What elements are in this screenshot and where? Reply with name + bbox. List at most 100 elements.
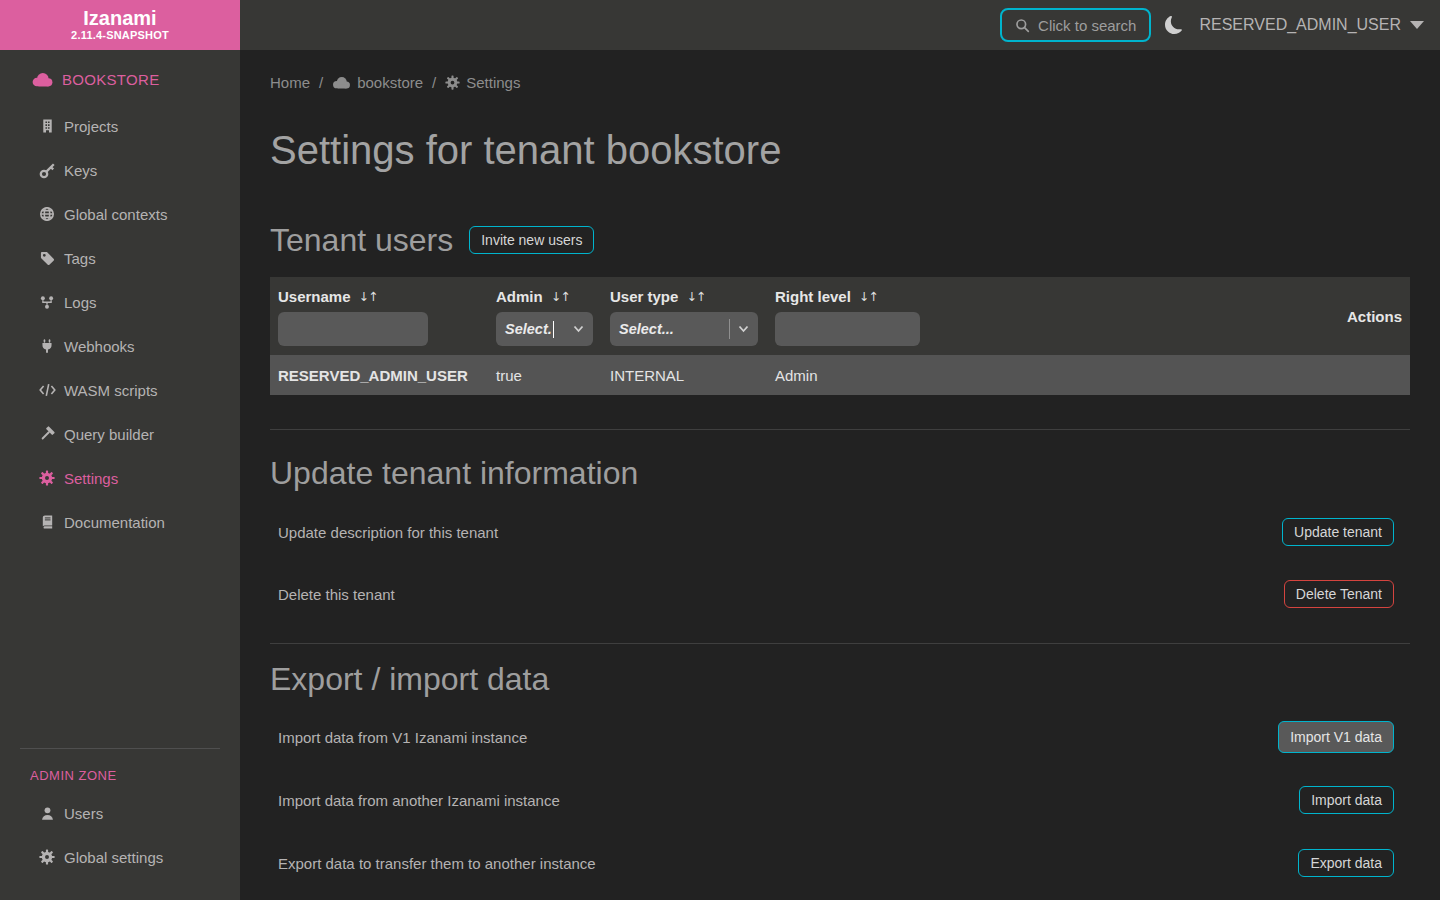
table-row: RESERVED_ADMIN_USER true INTERNAL Admin	[270, 355, 1410, 395]
cell-right-level: Admin	[767, 355, 928, 395]
sidebar-item-keys[interactable]: Keys	[0, 148, 240, 192]
brand-name: Izanami	[0, 7, 240, 29]
select-separator	[729, 319, 730, 339]
column-header-user-type[interactable]: User type ↓↑	[610, 286, 759, 306]
code-icon	[38, 383, 56, 397]
search-label: Click to search	[1038, 17, 1136, 34]
cloud-icon	[30, 72, 54, 87]
user-type-filter-select[interactable]: Select...	[610, 312, 758, 346]
sort-icon[interactable]: ↓↑	[859, 289, 878, 304]
column-label: Right level	[775, 288, 851, 305]
caret-down-icon[interactable]	[1410, 21, 1424, 29]
brand: Izanami 2.11.4-SNAPSHOT	[0, 0, 240, 50]
sort-icon[interactable]: ↓↑	[686, 289, 705, 304]
breadcrumb-label: Settings	[466, 74, 520, 91]
select-placeholder: Select...	[619, 321, 674, 337]
update-tenant-button[interactable]: Update tenant	[1282, 518, 1394, 546]
cell-username: RESERVED_ADMIN_USER	[270, 355, 488, 395]
cell-admin: true	[488, 355, 602, 395]
update-description-row: Update description for this tenant Updat…	[270, 504, 1410, 560]
sidebar-item-global-contexts[interactable]: Global contexts	[0, 192, 240, 236]
row-label: Import data from another Izanami instanc…	[278, 792, 560, 809]
column-header-username[interactable]: Username↓↑	[278, 286, 480, 306]
sidebar-item-tags[interactable]: Tags	[0, 236, 240, 280]
sidebar-item-global-settings[interactable]: Global settings	[0, 835, 240, 879]
sidebar-item-documentation[interactable]: Documentation	[0, 500, 240, 544]
update-section-heading: Update tenant information	[270, 454, 1410, 492]
topbar: Click to search RESERVED_ADMIN_USER	[240, 0, 1440, 50]
table-head: Username↓↑ Admin ↓↑ Select. User type ↓↑ S…	[270, 277, 1410, 355]
tenant-users-heading: Tenant users	[270, 221, 453, 259]
section-divider	[270, 429, 1410, 430]
app-header: Izanami 2.11.4-SNAPSHOT Click to search …	[0, 0, 1440, 50]
sidebar-item-label: Documentation	[64, 514, 165, 531]
export-data-button[interactable]: Export data	[1298, 849, 1394, 877]
sidebar-item-query-builder[interactable]: Query builder	[0, 412, 240, 456]
admin-filter-select[interactable]: Select.	[496, 312, 593, 346]
sidebar-item-users[interactable]: Users	[0, 791, 240, 835]
breadcrumb-home[interactable]: Home	[270, 74, 310, 91]
breadcrumb-label: Home	[270, 74, 310, 91]
sidebar-item-logs[interactable]: Logs	[0, 280, 240, 324]
chevron-down-icon	[738, 325, 749, 333]
sidebar-item-label: Keys	[64, 162, 97, 179]
export-section-heading: Export / import data	[270, 660, 1410, 698]
user-menu[interactable]: RESERVED_ADMIN_USER	[1199, 16, 1401, 34]
cloud-icon	[332, 76, 351, 89]
sidebar-item-webhooks[interactable]: Webhooks	[0, 324, 240, 368]
breadcrumb-bookstore[interactable]: bookstore	[332, 74, 423, 91]
delete-tenant-button[interactable]: Delete Tenant	[1284, 580, 1394, 608]
import-data-button[interactable]: Import data	[1299, 786, 1394, 814]
column-label: Actions	[1347, 308, 1402, 325]
sort-icon[interactable]: ↓↑	[551, 289, 570, 304]
import-v1-row: Import data from V1 Izanami instance Imp…	[270, 708, 1410, 766]
row-label: Update description for this tenant	[278, 524, 498, 541]
right-level-filter-input[interactable]	[775, 312, 920, 346]
tenant-users-table: Username↓↑ Admin ↓↑ Select. User type ↓↑ S…	[270, 277, 1410, 395]
export-data-row: Export data to transfer them to another …	[270, 834, 1410, 892]
column-label: User type	[610, 288, 678, 305]
row-label: Export data to transfer them to another …	[278, 855, 596, 872]
plug-icon	[38, 338, 56, 354]
sidebar-item-projects[interactable]: Projects	[0, 104, 240, 148]
search-icon	[1015, 18, 1030, 33]
sidebar-item-label: Settings	[64, 470, 118, 487]
import-v1-data-button[interactable]: Import V1 data	[1278, 721, 1394, 753]
section-divider	[270, 643, 1410, 644]
column-header-admin[interactable]: Admin ↓↑	[496, 286, 594, 306]
sidebar-item-label: Global settings	[64, 849, 163, 866]
invite-new-users-button[interactable]: Invite new users	[469, 226, 594, 254]
admin-zone: ADMIN ZONE Users Global settings	[0, 748, 240, 900]
sidebar-item-label: Query builder	[64, 426, 154, 443]
moon-icon[interactable]	[1165, 16, 1183, 34]
sidebar-item-wasm-scripts[interactable]: WASM scripts	[0, 368, 240, 412]
search-button[interactable]: Click to search	[1000, 8, 1151, 42]
breadcrumb-settings[interactable]: Settings	[445, 74, 520, 91]
sidebar-item-label: Global contexts	[64, 206, 167, 223]
column-header-right-level[interactable]: Right level ↓↑	[775, 286, 920, 306]
column-label: Admin	[496, 288, 543, 305]
import-data-row: Import data from another Izanami instanc…	[270, 771, 1410, 829]
breadcrumb-separator: /	[432, 74, 436, 91]
cell-actions	[928, 355, 1410, 395]
tenant-users-header: Tenant users Invite new users	[270, 221, 1410, 259]
sidebar-item-settings[interactable]: Settings	[0, 456, 240, 500]
username-filter-input[interactable]	[278, 312, 428, 346]
sidebar-item-label: Logs	[64, 294, 97, 311]
sidebar-item-label: Tags	[64, 250, 96, 267]
main-content: Home / bookstore / Settings Settings for…	[240, 50, 1440, 892]
logs-icon	[38, 295, 56, 310]
breadcrumb-label: bookstore	[357, 74, 423, 91]
row-label: Import data from V1 Izanami instance	[278, 729, 527, 746]
book-icon	[38, 514, 56, 530]
sidebar-item-label: Projects	[64, 118, 118, 135]
admin-zone-label: ADMIN ZONE	[30, 768, 240, 783]
sidebar: BOOKSTORE Projects Keys Global contexts …	[0, 50, 240, 900]
sidebar-item-label: WASM scripts	[64, 382, 158, 399]
row-label: Delete this tenant	[278, 586, 395, 603]
sidebar-item-bookstore[interactable]: BOOKSTORE	[0, 57, 240, 101]
gear-icon	[445, 75, 460, 90]
select-placeholder: Select.	[505, 321, 552, 337]
breadcrumb: Home / bookstore / Settings	[270, 74, 1410, 90]
sort-icon[interactable]: ↓↑	[359, 289, 378, 304]
